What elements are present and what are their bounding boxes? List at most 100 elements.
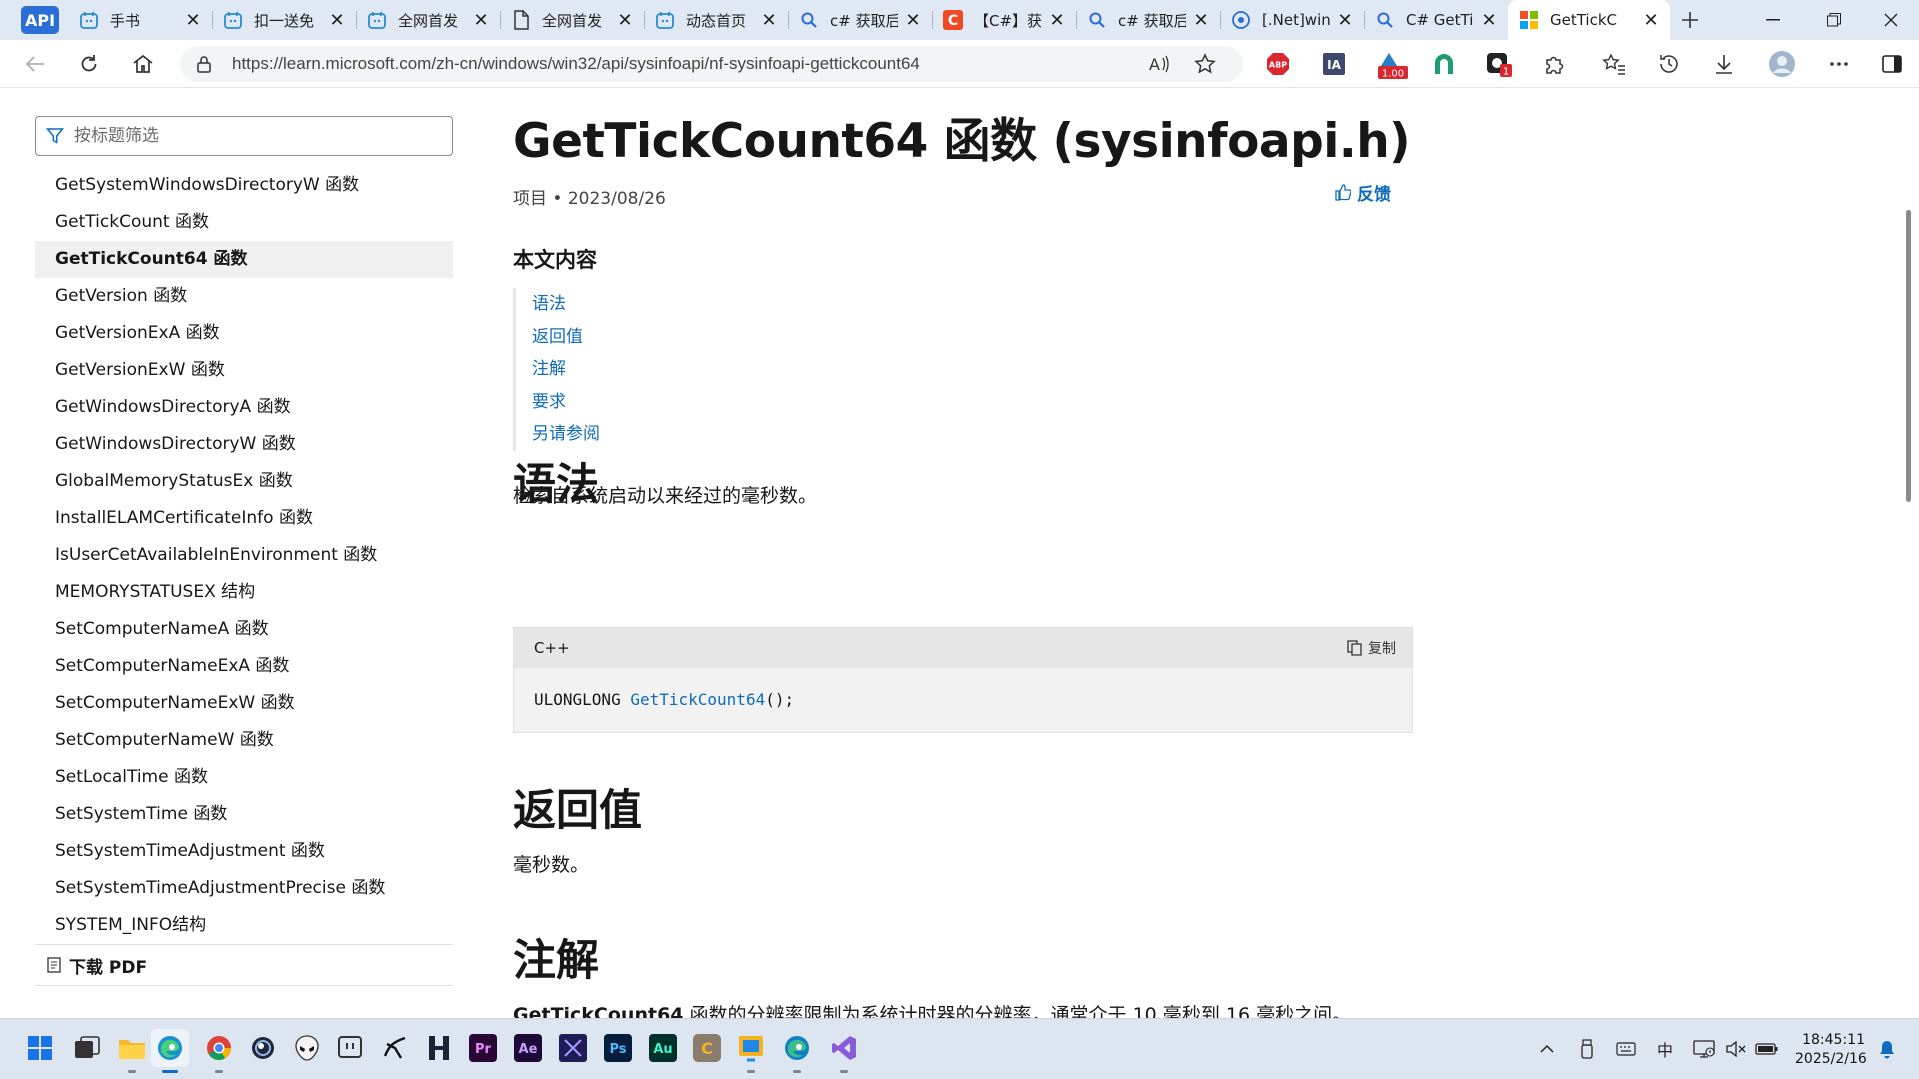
ime-indicator[interactable]: 中 xyxy=(1653,1037,1677,1061)
tab-close-icon[interactable]: ✕ xyxy=(328,10,346,31)
system-clock[interactable]: 18:45:11 2025/2/16 xyxy=(1795,1031,1867,1069)
arch-extension-icon[interactable] xyxy=(1428,48,1460,80)
in-article-link[interactable]: 返回值 xyxy=(532,321,600,354)
filter-input[interactable] xyxy=(74,126,424,146)
tab-close-icon[interactable]: ✕ xyxy=(1336,10,1354,31)
feedback-button[interactable]: 反馈 xyxy=(1335,180,1391,205)
taskbar-button[interactable]: C xyxy=(688,1029,726,1067)
toc-item[interactable]: IsUserCetAvailableInEnvironment 函数 xyxy=(35,537,453,574)
notification-bell-icon[interactable] xyxy=(1875,1037,1899,1061)
keyboard-tray-icon[interactable] xyxy=(1614,1037,1638,1061)
taskbar-button[interactable] xyxy=(331,1029,369,1067)
browser-tab[interactable]: C# GetTic ✕ xyxy=(1364,0,1508,40)
taskbar-button[interactable]: Ps xyxy=(599,1029,637,1067)
browser-tab[interactable]: c# 获取后 ✕ xyxy=(788,0,932,40)
history-icon[interactable] xyxy=(1653,48,1685,80)
browser-tab[interactable]: c# 获取后 ✕ xyxy=(1076,0,1220,40)
profile-avatar-icon[interactable] xyxy=(1766,48,1798,80)
network-tray-icon[interactable] xyxy=(1692,1037,1716,1061)
taskbar-button[interactable] xyxy=(68,1029,106,1067)
toc-item[interactable]: InstallELAMCertificateInfo 函数 xyxy=(35,500,453,537)
toc-item[interactable]: SYSTEM_INFO结构 xyxy=(35,907,453,944)
taskbar-button[interactable]: Pr xyxy=(464,1029,502,1067)
in-article-link[interactable]: 语法 xyxy=(532,288,600,321)
read-aloud-icon[interactable]: A xyxy=(1146,52,1172,76)
back-button[interactable] xyxy=(18,48,52,80)
filter-box[interactable] xyxy=(35,116,453,156)
address-bar[interactable]: https://learn.microsoft.com/zh-cn/window… xyxy=(180,46,1243,82)
tab-close-icon[interactable]: ✕ xyxy=(904,10,922,31)
favorite-star-icon[interactable] xyxy=(1192,52,1218,76)
toc-item[interactable]: GetTickCount 函数 xyxy=(35,204,453,241)
toc-item[interactable]: GetWindowsDirectoryW 函数 xyxy=(35,426,453,463)
adblock-extension-icon[interactable]: ABP xyxy=(1262,48,1294,80)
extensions-puzzle-icon[interactable] xyxy=(1538,48,1570,80)
browser-tab[interactable]: [.Net]win ✕ xyxy=(1220,0,1364,40)
lock-icon[interactable] xyxy=(196,55,212,73)
taskbar-button[interactable] xyxy=(200,1029,238,1073)
profile-badge[interactable]: API xyxy=(21,6,59,34)
taskbar-button[interactable] xyxy=(420,1029,458,1067)
taskbar-button[interactable] xyxy=(732,1029,770,1073)
toc-item[interactable]: SetSystemTime 函数 xyxy=(35,796,453,833)
ia-extension-icon[interactable]: IA xyxy=(1318,48,1350,80)
browser-tab[interactable]: GetTickC ✕ xyxy=(1508,0,1670,40)
toc-item[interactable]: MEMORYSTATUSEX 结构 xyxy=(35,574,453,611)
usb-tray-icon[interactable] xyxy=(1575,1037,1599,1061)
toc-item[interactable]: SetSystemTimeAdjustment 函数 xyxy=(35,833,453,870)
favorites-icon[interactable] xyxy=(1598,48,1630,80)
tab-close-icon[interactable]: ✕ xyxy=(616,10,634,31)
taskbar-button[interactable] xyxy=(554,1029,592,1067)
copy-button[interactable]: 复制 xyxy=(1347,638,1396,658)
browser-tab[interactable]: 手书 ✕ xyxy=(68,0,212,40)
app-extension-icon[interactable]: 1 xyxy=(1483,48,1515,80)
url-text[interactable]: https://learn.microsoft.com/zh-cn/window… xyxy=(232,54,920,74)
browser-tab[interactable]: 全网首发 ✕ xyxy=(500,0,644,40)
toc-item[interactable]: SetLocalTime 函数 xyxy=(35,759,453,796)
download-pdf-button[interactable]: 下载 PDF xyxy=(35,944,453,986)
toc-item[interactable]: GetVersionExW 函数 xyxy=(35,352,453,389)
tab-close-icon[interactable]: ✕ xyxy=(1642,10,1660,31)
minimize-button[interactable] xyxy=(1745,0,1801,40)
toc-item[interactable]: GlobalMemoryStatusEx 函数 xyxy=(35,463,453,500)
taskbar-button[interactable]: Ae xyxy=(509,1029,547,1067)
tab-close-icon[interactable]: ✕ xyxy=(1480,10,1498,31)
taskbar-button[interactable] xyxy=(151,1029,189,1073)
browser-tab[interactable]: 全网首发 ✕ xyxy=(356,0,500,40)
taskbar-button[interactable] xyxy=(288,1029,326,1067)
taskbar-button[interactable] xyxy=(778,1029,816,1073)
close-window-button[interactable] xyxy=(1863,0,1919,40)
new-tab-button[interactable] xyxy=(1670,0,1710,40)
browser-tab[interactable]: 动态首页 ✕ xyxy=(644,0,788,40)
taskbar-button[interactable] xyxy=(21,1029,59,1067)
volume-muted-tray-icon[interactable] xyxy=(1724,1037,1748,1061)
code-function-link[interactable]: GetTickCount64 xyxy=(630,690,765,709)
toc-item[interactable]: SetComputerNameExA 函数 xyxy=(35,648,453,685)
browser-tab[interactable]: 扣一送免 ✕ xyxy=(212,0,356,40)
speed-extension-icon[interactable]: 1.00 xyxy=(1372,48,1412,80)
battery-tray-icon[interactable] xyxy=(1755,1037,1779,1061)
tab-close-icon[interactable]: ✕ xyxy=(1192,10,1210,31)
toc-item[interactable]: SetSystemTimeAdjustmentPrecise 函数 xyxy=(35,870,453,907)
toc-item[interactable]: SetComputerNameW 函数 xyxy=(35,722,453,759)
toc-item[interactable]: GetWindowsDirectoryA 函数 xyxy=(35,389,453,426)
tab-close-icon[interactable]: ✕ xyxy=(760,10,778,31)
tray-overflow-chevron-icon[interactable] xyxy=(1535,1037,1559,1061)
taskbar-button[interactable]: Au xyxy=(644,1029,682,1067)
scrollbar-thumb[interactable] xyxy=(1906,210,1911,502)
toc-item[interactable]: GetVersion 函数 xyxy=(35,278,453,315)
taskbar-button[interactable] xyxy=(376,1029,414,1067)
in-article-link[interactable]: 注解 xyxy=(532,353,600,386)
toc-item[interactable]: GetTickCount64 函数 xyxy=(35,241,453,278)
home-button[interactable] xyxy=(126,48,160,80)
in-article-link[interactable]: 要求 xyxy=(532,386,600,419)
in-article-link[interactable]: 另请参阅 xyxy=(532,418,600,451)
restore-button[interactable] xyxy=(1806,0,1862,40)
refresh-button[interactable] xyxy=(72,48,106,80)
taskbar-button[interactable] xyxy=(113,1029,151,1073)
toc-item[interactable]: GetVersionExA 函数 xyxy=(35,315,453,352)
browser-tab[interactable]: C 【C#】获 ✕ xyxy=(932,0,1076,40)
taskbar-button[interactable] xyxy=(825,1029,863,1073)
tab-close-icon[interactable]: ✕ xyxy=(472,10,490,31)
tab-close-icon[interactable]: ✕ xyxy=(184,10,202,31)
